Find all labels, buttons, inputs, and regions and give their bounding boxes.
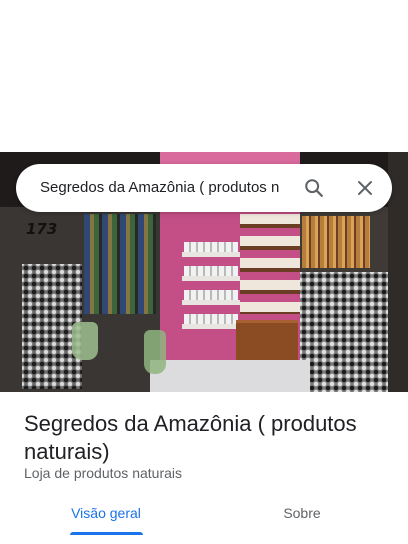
close-icon [358,181,372,195]
search-button[interactable] [296,170,332,206]
search-bar[interactable]: Segredos da Amazônia ( produtos n [16,164,392,212]
place-category[interactable]: Loja de produtos naturais [24,465,182,481]
spice-rack [302,216,370,268]
place-title: Segredos da Amazônia ( produtos naturais… [24,411,357,464]
storefront-number: 173 [26,220,58,238]
tiled-wall-right [300,272,390,392]
product-display-left [84,214,156,314]
shop-counter [236,320,298,364]
tab-about[interactable]: Sobre [256,500,348,536]
tab-overview[interactable]: Visão geral [60,500,152,536]
active-tab-indicator [70,532,143,535]
clear-search-button[interactable] [347,170,383,206]
place-info-panel: Segredos da Amazônia ( produtos naturais… [0,392,408,544]
product-shelf-right [240,214,300,314]
search-icon [305,179,323,197]
place-tabs: Visão geral Sobre [0,500,408,536]
search-input[interactable]: Segredos da Amazônia ( produtos n [40,164,296,212]
map-blank-area [0,0,408,152]
